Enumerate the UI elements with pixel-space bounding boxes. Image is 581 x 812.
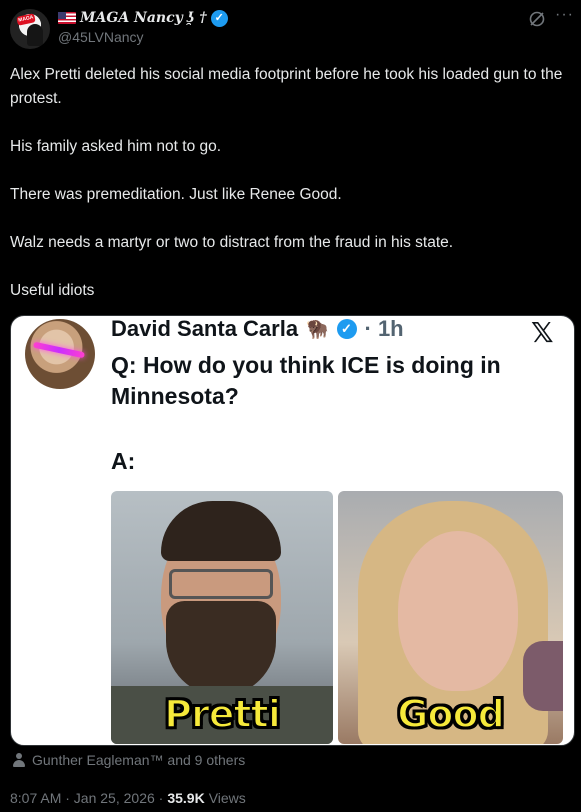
grok-icon[interactable]	[528, 10, 546, 28]
quoted-question: Q: How do you think ICE is doing in Minn…	[111, 352, 501, 409]
laser-eyes	[32, 341, 86, 359]
tweet-paragraph: His family asked him not to go.	[10, 138, 222, 155]
photo-caption: Good	[396, 691, 506, 737]
quoted-avatar	[25, 319, 95, 389]
beard	[166, 601, 276, 696]
photo-caption: Pretti	[163, 691, 282, 737]
more-icon[interactable]: ···	[555, 6, 574, 24]
person-icon	[12, 753, 26, 767]
glasses	[169, 569, 273, 599]
tagged-users-label[interactable]: Gunther Eagleman™ and 9 others	[32, 752, 245, 768]
tagged-users[interactable]: Gunther Eagleman™ and 9 others	[12, 752, 245, 768]
quoted-time: · 1h	[364, 316, 404, 341]
views-label: Views	[208, 790, 246, 806]
quoted-verified-icon: ✓	[336, 319, 357, 339]
face	[398, 531, 518, 691]
author-name-row[interactable]: MAGA Nancy ʖ̯ † ✓	[58, 9, 228, 27]
us-flag-icon	[58, 12, 76, 24]
avatar-figure	[27, 24, 43, 46]
tweet-meta: 8:07 AM · Jan 25, 2026 · 35.9K Views	[10, 790, 246, 806]
tweet-paragraph: Alex Pretti deleted his social media foo…	[10, 66, 563, 107]
photo-good: Good	[338, 491, 563, 744]
verified-badge-icon[interactable]: ✓	[210, 9, 228, 27]
photo-pretti: Pretti	[111, 491, 333, 744]
views-count: 35.9K	[167, 790, 205, 806]
quoted-name-row: David Santa Carla 🦬 ✓ · 1h	[111, 316, 404, 342]
tweet-paragraph: Useful idiots	[10, 282, 95, 299]
tweet-paragraph: Walz needs a martyr or two to distract f…	[10, 234, 454, 251]
tweet-timestamp[interactable]: 8:07 AM · Jan 25, 2026 ·	[10, 790, 163, 806]
quoted-name: David Santa Carla	[111, 316, 299, 341]
author-handle[interactable]: @45LVNancy	[58, 29, 144, 45]
author-avatar[interactable]: MAGA	[10, 9, 50, 49]
tweet-paragraph: There was premeditation. Just like Renee…	[10, 186, 342, 203]
author-name-suffix: ʖ̯ †	[186, 10, 207, 26]
bison-emoji-icon: 🦬	[306, 318, 329, 339]
quoted-answer: A:	[111, 448, 136, 474]
tweet-text: Alex Pretti deleted his social media foo…	[10, 63, 570, 303]
hair	[161, 501, 281, 561]
x-logo-icon: 𝕏	[531, 316, 554, 349]
author-display-name[interactable]: MAGA Nancy	[80, 10, 183, 26]
tweet-image[interactable]: David Santa Carla 🦬 ✓ · 1h 𝕏 Q: How do y…	[10, 315, 575, 746]
tweet-header: MAGA MAGA Nancy ʖ̯ † ✓ @45LVNancy ···	[0, 0, 581, 58]
